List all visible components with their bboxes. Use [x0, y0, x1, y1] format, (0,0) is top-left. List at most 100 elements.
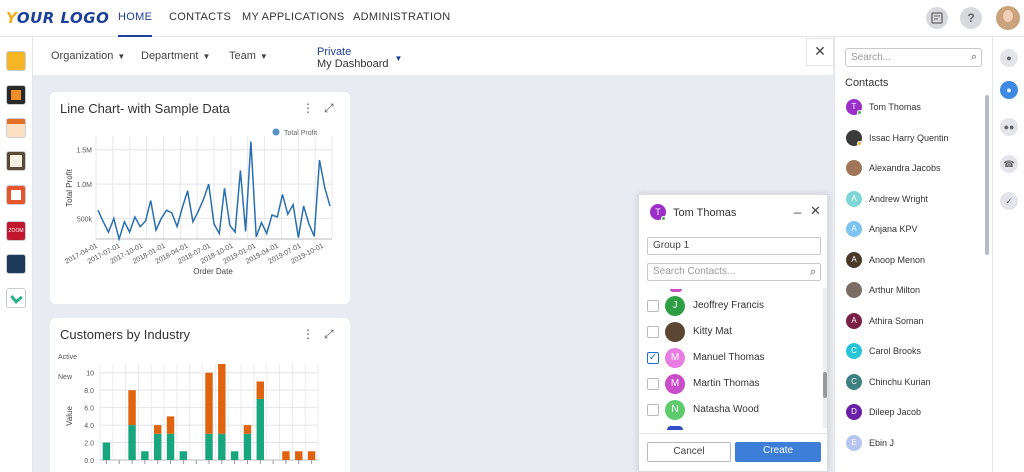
contact-list-item[interactable]: Alexandra Jacobs: [845, 159, 985, 179]
user-avatar[interactable]: [996, 6, 1020, 30]
close-icon[interactable]: ✕: [810, 203, 821, 219]
contact-list-item[interactable]: D Dileep Jacob: [845, 403, 985, 423]
app-yellow-icon[interactable]: [6, 51, 26, 71]
contact-list-item[interactable]: A Anjana KPV: [845, 220, 985, 240]
chat-icon[interactable]: ●: [1000, 49, 1018, 67]
nav-home[interactable]: HOME: [118, 11, 153, 37]
chat-contact-row[interactable]: N Natasha Wood: [645, 399, 823, 421]
search-contacts-input[interactable]: Search Contacts... ⌕: [647, 263, 821, 281]
zoom-icon[interactable]: ZOOM: [6, 221, 26, 241]
chevron-down-icon: ▼: [202, 52, 211, 61]
contact-list-item[interactable]: A Anoop Menon: [845, 251, 985, 271]
minimize-icon[interactable]: _: [794, 199, 801, 214]
contacts-title: Contacts: [845, 77, 889, 89]
create-button[interactable]: Create: [735, 442, 821, 462]
chat-list-scrollbar[interactable]: [823, 288, 827, 428]
edit-icon[interactable]: [6, 288, 26, 308]
chat-contact-row[interactable]: J Jeoffrey Francis: [645, 295, 823, 317]
bar-active: [256, 398, 265, 460]
contact-avatar: C: [846, 373, 862, 390]
profile-icon[interactable]: ●: [1000, 81, 1018, 99]
organization-label: Organization: [51, 50, 114, 62]
contact-name: Jeoffrey Francis: [693, 300, 764, 311]
chevron-down-icon: ▼: [394, 54, 403, 63]
contacts-search-input[interactable]: Search... ⌕: [845, 48, 982, 67]
bar-active: [128, 425, 136, 460]
team-dropdown[interactable]: Team ▼: [229, 50, 268, 62]
group-icon[interactable]: ●●: [1000, 118, 1018, 136]
contact-list-item[interactable]: E Ebin J: [845, 434, 985, 454]
bar-active: [243, 433, 252, 460]
legend-label-new: New: [58, 374, 73, 381]
y-tick-label: 4.0: [84, 423, 94, 430]
select-checkbox[interactable]: [647, 378, 659, 390]
dashboard-dropdown[interactable]: Private My Dashboard ▼: [317, 46, 402, 71]
contact-list-item[interactable]: Arthur Milton: [845, 281, 985, 301]
contact-name: Anoop Menon: [869, 254, 926, 265]
bar-new: [166, 416, 175, 434]
chevron-down-icon: ▼: [117, 52, 126, 61]
x-axis-label: Order Date: [193, 267, 233, 276]
select-checkbox[interactable]: ✓: [647, 352, 659, 364]
organization-dropdown[interactable]: Organization ▼: [51, 50, 125, 62]
search-icon: ⌕: [970, 51, 977, 63]
cancel-button[interactable]: Cancel: [647, 442, 731, 462]
contact-avatar: A: [846, 221, 862, 237]
online-status-dot: [661, 216, 666, 221]
contact-list-item[interactable]: C Chinchu Kurian: [845, 373, 985, 393]
y-tick-label: 0.0: [84, 458, 94, 465]
chat-contact-row[interactable]: ✓ M Manuel Thomas: [645, 347, 823, 369]
contact-list-item[interactable]: Issac Harry Quentin: [845, 129, 985, 149]
group-name-field[interactable]: Group 1: [647, 237, 821, 255]
select-checkbox[interactable]: [647, 300, 659, 312]
contact-list-item[interactable]: C Carol Brooks: [845, 342, 985, 362]
contact-name: Athira Soman: [869, 315, 924, 326]
contact-avatar: [665, 322, 685, 342]
contact-list-item[interactable]: A Athira Soman: [845, 312, 985, 332]
bar-new: [128, 390, 136, 426]
bar-active: [153, 433, 162, 460]
online-status-dot: [857, 110, 862, 115]
nav-contacts[interactable]: CONTACTS: [169, 11, 231, 23]
bar-new: [205, 372, 213, 434]
bar-active: [166, 433, 175, 460]
logo[interactable]: YOUR LOGO: [6, 9, 109, 27]
forms-icon[interactable]: [6, 185, 26, 205]
contact-avatar: C: [846, 343, 862, 359]
contact-name: Chinchu Kurian: [869, 376, 931, 387]
top-bar: YOUR LOGO HOME CONTACTS MY APPLICATIONS …: [0, 0, 1024, 37]
notes-icon[interactable]: [6, 151, 26, 171]
nav-administration[interactable]: ADMINISTRATION: [353, 11, 451, 23]
legend-marker: [272, 128, 280, 136]
select-checkbox[interactable]: [647, 326, 659, 338]
calendar-icon[interactable]: [6, 118, 26, 138]
contact-list-item[interactable]: A Andrew Wright: [845, 190, 985, 210]
contact-name: Alexandra Jacobs: [869, 163, 941, 173]
integration-icon[interactable]: [6, 254, 26, 274]
app-orange-icon[interactable]: [6, 85, 26, 105]
calendar-check-icon[interactable]: ✓: [1000, 192, 1018, 210]
search-placeholder: Search Contacts...: [653, 266, 736, 277]
legend-label: Total Profit: [284, 130, 317, 137]
bar-chart-widget: Customers by Industry ⋮ ⤢ 0.0 2.0 4.0 6.0 8.…: [50, 318, 350, 472]
contact-name: Natasha Wood: [693, 404, 759, 415]
phone-icon[interactable]: ☎: [1000, 155, 1018, 173]
y-tick-label: 8.0: [84, 388, 94, 395]
chat-contact-row[interactable]: M Martin Thomas: [645, 373, 823, 395]
bar-active: [218, 433, 226, 460]
chat-popup: T Tom Thomas _ ✕ Group 1 Search Contacts…: [638, 194, 829, 472]
help-icon[interactable]: ?: [960, 7, 982, 29]
left-app-rail: ZOOM: [0, 37, 33, 472]
chat-list-scrollbar-thumb[interactable]: [823, 372, 827, 398]
contact-list-item[interactable]: T Tom Thomas: [845, 98, 985, 118]
contact-name: Anjana KPV: [869, 224, 918, 234]
chat-contact-row[interactable]: Kitty Mat: [645, 321, 823, 343]
department-dropdown[interactable]: Department ▼: [141, 50, 210, 62]
select-checkbox[interactable]: [647, 404, 659, 416]
contacts-scrollbar[interactable]: [985, 95, 989, 255]
contact-avatar: E: [846, 434, 862, 451]
close-contacts-icon[interactable]: ✕: [806, 38, 834, 66]
nav-my-applications[interactable]: MY APPLICATIONS: [242, 11, 345, 23]
notification-icon[interactable]: [926, 7, 948, 29]
y-tick-label: 500k: [77, 216, 93, 223]
